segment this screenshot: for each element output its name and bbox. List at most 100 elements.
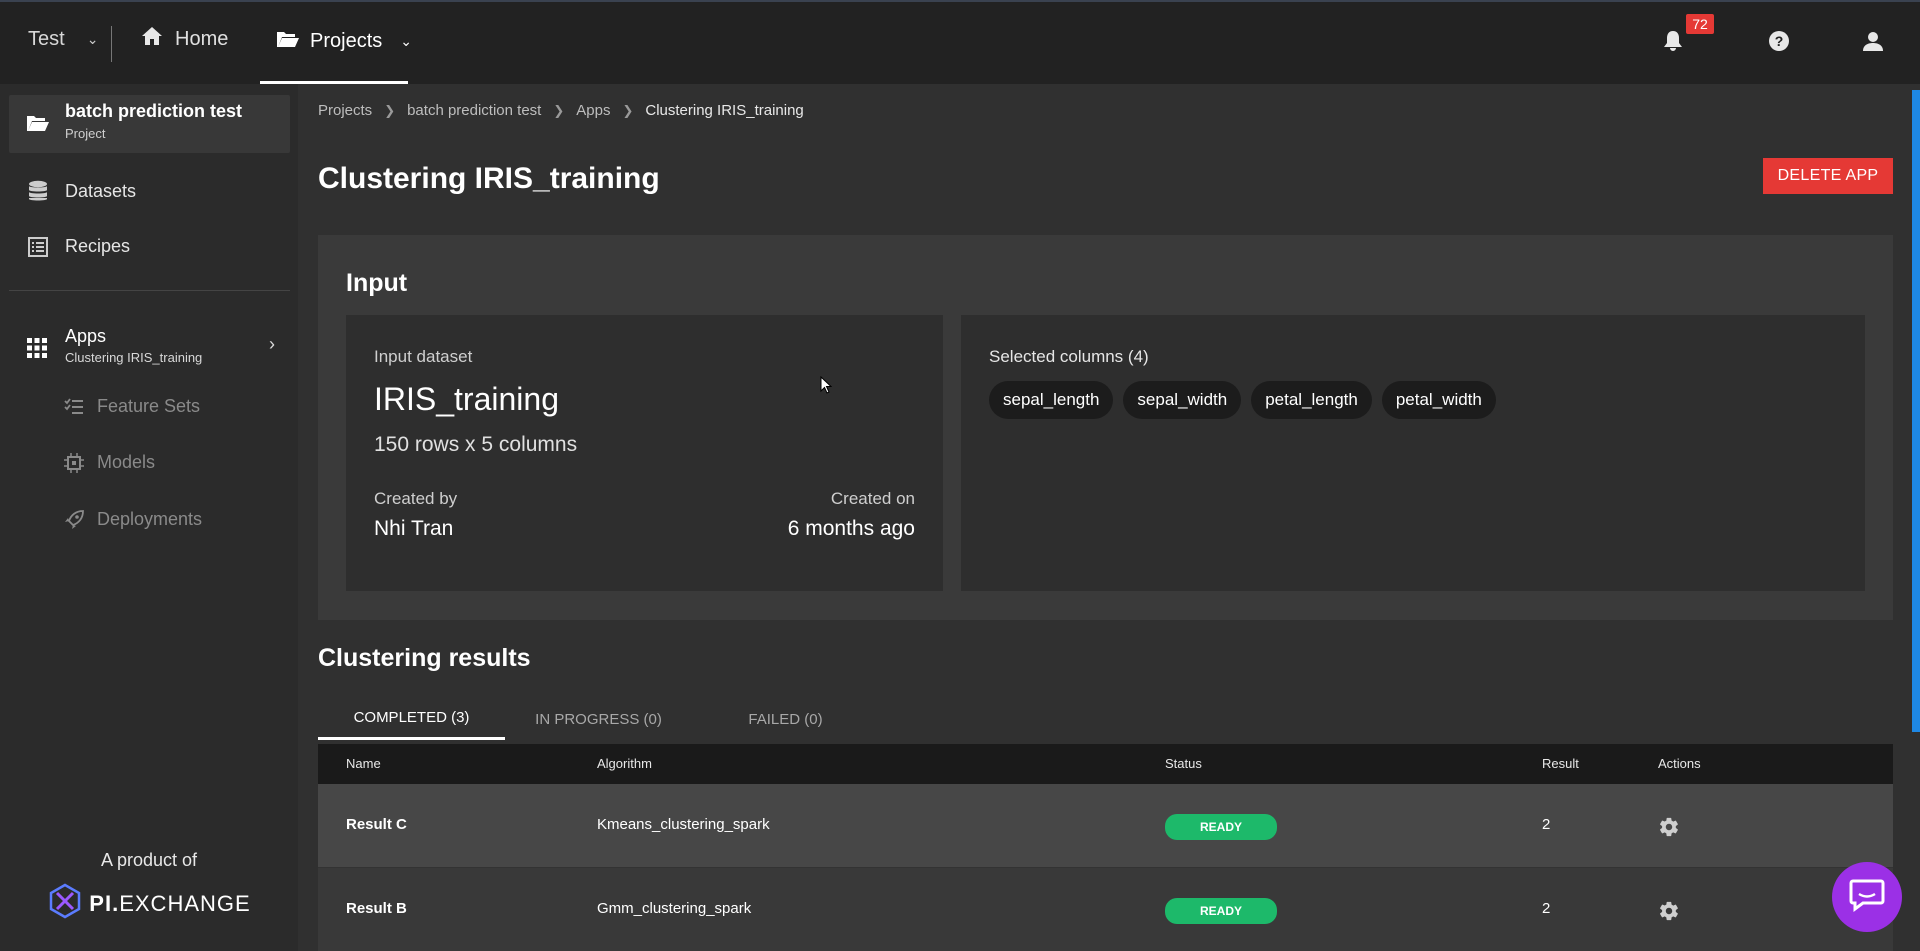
workspace-label: Test [28,28,65,50]
logo-rest: EXCHANGE [119,891,251,916]
main-content: Projects ❯ batch prediction test ❯ Apps … [298,84,1920,951]
row-name[interactable]: Result C [346,816,407,833]
column-chip: sepal_length [989,381,1114,419]
results-table: Name Algorithm Status Result Actions Res… [318,744,1893,951]
grid-icon [27,338,47,363]
mouse-cursor-icon [820,375,833,399]
piexchange-logo-icon [47,883,83,925]
notification-badge: 72 [1686,14,1714,34]
page-title: Clustering IRIS_training [318,162,660,195]
header-status[interactable]: Status [1165,756,1202,771]
apps-subtitle: Clustering IRIS_training [65,350,203,365]
input-dataset-card: Input dataset IRIS_training 150 rows x 5… [346,315,943,591]
row-result: 2 [1542,900,1551,917]
bell-icon [1663,30,1683,57]
sidebar-item-label: Feature Sets [97,396,201,416]
sidebar-item-label: Datasets [65,180,137,201]
piexchange-logo: PI. EXCHANGE [0,883,298,925]
breadcrumb: Projects ❯ batch prediction test ❯ Apps … [318,102,804,119]
scrollbar[interactable] [1912,90,1920,732]
help-button[interactable]: ? [1766,30,1792,56]
input-dataset-label: Input dataset [374,347,473,366]
home-icon [141,26,163,52]
column-chip: petal_length [1251,381,1372,419]
list-icon [27,236,49,257]
results-tabs: COMPLETED (3) IN PROGRESS (0) FAILED (0) [318,698,1893,740]
checklist-icon [63,397,85,416]
created-on-label: Created on [830,489,915,508]
row-name[interactable]: Result B [346,900,407,917]
delete-app-button[interactable]: DELETE APP [1763,158,1893,194]
table-row[interactable]: Result B Gmm_clustering_spark READY 2 [318,868,1893,951]
breadcrumb-current: Clustering IRIS_training [645,102,804,119]
results-title: Clustering results [318,644,531,672]
svg-text:?: ? [1775,33,1784,49]
header-name[interactable]: Name [346,756,381,771]
sidebar-footer: A product of PI. EXCHANGE [0,850,298,925]
header-algorithm[interactable]: Algorithm [597,756,652,771]
sidebar-item-label: Recipes [65,236,131,256]
created-by-value: Nhi Tran [374,517,454,540]
table-row[interactable]: Result C Kmeans_clustering_spark READY 2 [318,784,1893,868]
created-on-value: 6 months ago [787,517,915,540]
project-title: batch prediction test [65,101,243,121]
sidebar-item-label: Models [97,452,156,472]
profile-button[interactable] [1860,30,1886,56]
sidebar-item-apps[interactable]: Apps Clustering IRIS_training › [27,326,287,370]
projects-label: Projects [310,30,383,52]
dataset-size: 150 rows x 5 columns [374,433,578,456]
rocket-icon [63,509,85,530]
projects-nav[interactable]: Projects ⌄ [260,2,412,84]
created-by-label: Created by [374,489,458,508]
column-chips: sepal_length sepal_width petal_length pe… [989,381,1496,419]
chevron-right-icon: ❯ [622,102,634,118]
tab-in-progress[interactable]: IN PROGRESS (0) [505,698,692,740]
chevron-right-icon: › [269,334,275,354]
header-result[interactable]: Result [1542,756,1579,771]
input-heading: Input [346,269,408,297]
sidebar-item-datasets[interactable]: Datasets [27,180,136,202]
breadcrumb-apps[interactable]: Apps [576,102,610,119]
sidebar-item-feature-sets[interactable]: Feature Sets [63,396,200,417]
row-algorithm: Kmeans_clustering_spark [597,816,770,833]
database-icon [27,180,49,202]
project-subtitle: Project [65,126,106,141]
folder-open-icon [276,29,300,55]
chevron-down-icon: ⌄ [86,31,99,47]
input-panel: Input Input dataset IRIS_training 150 ro… [318,235,1893,620]
tab-failed[interactable]: FAILED (0) [692,698,879,740]
chevron-right-icon: ❯ [553,102,565,118]
folder-open-icon [26,113,50,138]
chat-button[interactable] [1832,862,1902,932]
chat-icon [1849,878,1885,917]
dataset-name[interactable]: IRIS_training [374,381,559,418]
chevron-down-icon[interactable]: ⌄ [400,33,412,50]
breadcrumb-project[interactable]: batch prediction test [407,102,541,119]
breadcrumb-projects[interactable]: Projects [318,102,372,119]
notifications-button[interactable] [1660,30,1686,56]
sidebar-item-recipes[interactable]: Recipes [27,236,130,257]
sidebar: batch prediction test Project Datasets R… [0,84,298,951]
sidebar-project-card[interactable]: batch prediction test Project [9,95,290,153]
header-actions: Actions [1658,756,1701,771]
row-result: 2 [1542,816,1551,833]
logo-pi: PI. [89,891,120,916]
tab-completed[interactable]: COMPLETED (3) [318,698,505,740]
chevron-right-icon: ❯ [384,102,396,118]
user-icon [1862,30,1884,57]
gear-icon[interactable] [1658,900,1680,926]
chip-icon [63,452,85,473]
sidebar-item-deployments[interactable]: Deployments [63,509,202,530]
selected-columns-label: Selected columns (4) [989,347,1149,366]
home-nav[interactable]: Home [141,26,228,52]
top-bar: Test ⌄ Home Projects ⌄ 72 ? [0,0,1920,84]
workspace-selector[interactable]: Test ⌄ [28,28,98,51]
help-icon: ? [1768,30,1790,57]
footer-by: A product of [100,850,198,870]
selected-columns-card: Selected columns (4) sepal_length sepal_… [961,315,1865,591]
sidebar-item-models[interactable]: Models [63,452,155,473]
gear-icon[interactable] [1658,816,1680,842]
divider [111,26,112,62]
column-chip: sepal_width [1123,381,1242,419]
status-badge: READY [1165,814,1277,840]
